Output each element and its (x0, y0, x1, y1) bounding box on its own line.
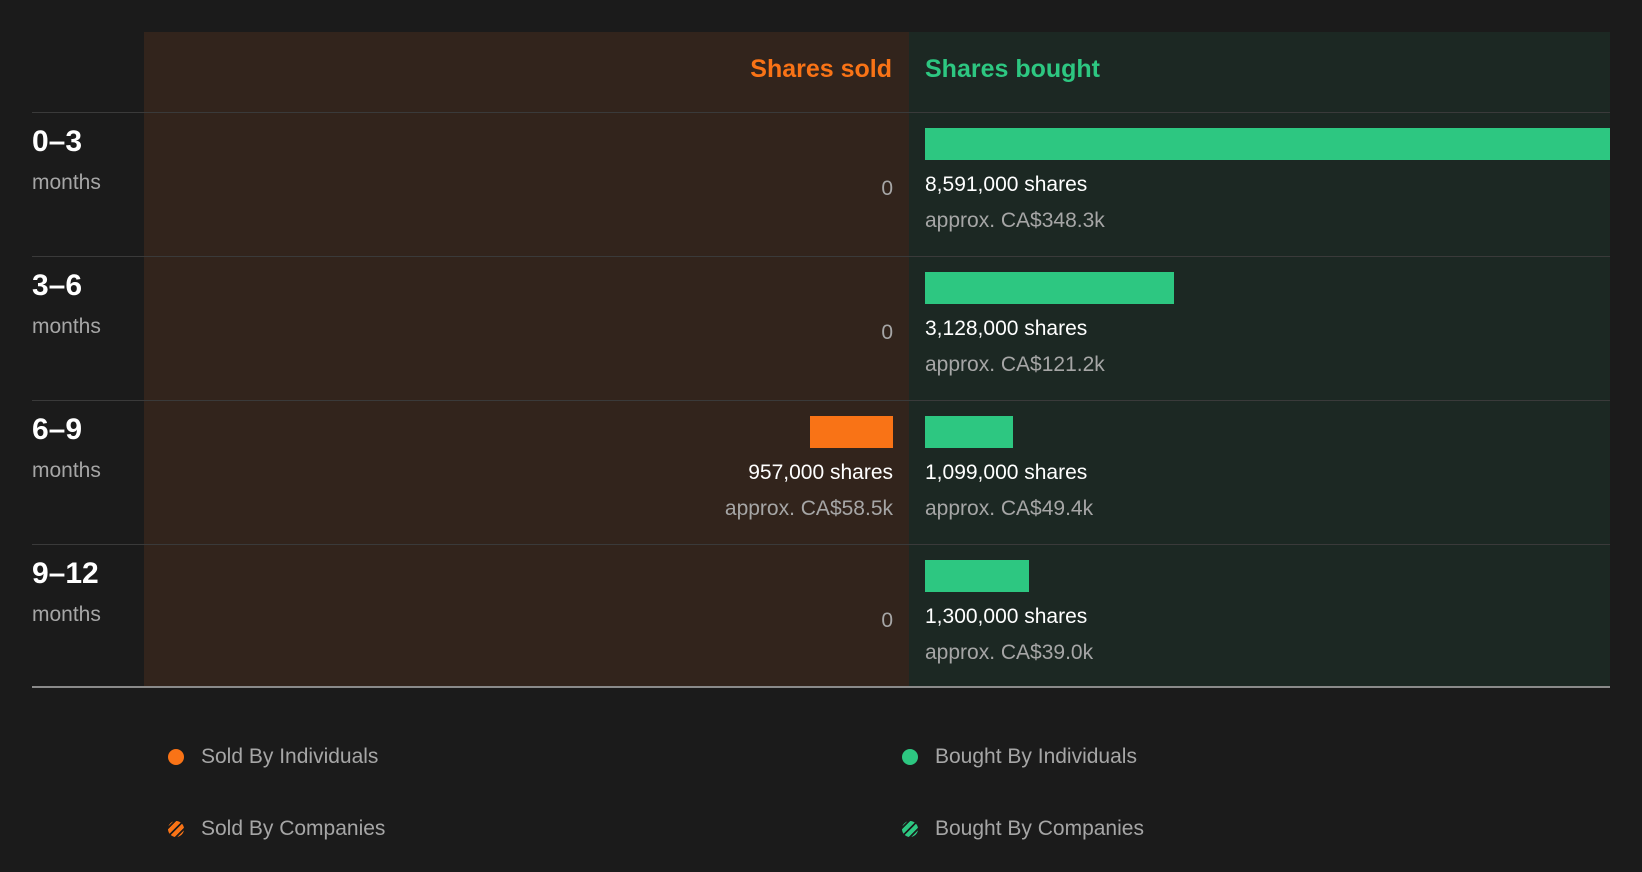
bought-approx-value: approx. CA$39.0k (925, 641, 1094, 664)
period-unit: months (32, 459, 101, 482)
period-unit: months (32, 315, 101, 338)
period-label: 3–6 (32, 269, 83, 302)
row-divider (32, 400, 1610, 401)
bought-approx-value: approx. CA$121.2k (925, 353, 1105, 376)
bought-value-label: 1,300,000 shares (925, 605, 1088, 628)
period-label: 9–12 (32, 557, 99, 590)
shares-bought-header: Shares bought (925, 55, 1101, 83)
sold-bar (810, 416, 893, 448)
row-divider (32, 544, 1610, 545)
bought-approx-value: approx. CA$348.3k (925, 209, 1105, 232)
legend-label: Sold By Individuals (201, 745, 379, 768)
chart-baseline (32, 686, 1610, 688)
legend-label: Bought By Individuals (935, 745, 1137, 768)
bought-value-label: 8,591,000 shares (925, 173, 1088, 196)
sold-value-label: 0 (881, 609, 893, 632)
legend-item: Bought By Companies (902, 816, 1144, 842)
period-label: 0–3 (32, 125, 83, 158)
shares-sold-column (144, 32, 909, 686)
period-unit: months (32, 603, 101, 626)
striped-circle-icon (902, 821, 918, 837)
period-label: 6–9 (32, 413, 83, 446)
legend-label: Bought By Companies (935, 817, 1144, 840)
period-unit: months (32, 171, 101, 194)
bought-bar (925, 272, 1174, 304)
striped-circle-icon (168, 821, 184, 837)
legend-item: Sold By Companies (168, 816, 385, 842)
row-divider (32, 256, 1610, 257)
bought-bar (925, 128, 1610, 160)
bought-approx-value: approx. CA$49.4k (925, 497, 1094, 520)
insider-trading-chart: Shares sold Shares bought 0–3 months 0 8,59… (0, 0, 1642, 872)
sold-value-label: 0 (881, 177, 893, 200)
solid-circle-icon (168, 749, 184, 765)
shares-sold-header: Shares sold (750, 55, 892, 83)
legend-label: Sold By Companies (201, 817, 386, 840)
bought-value-label: 1,099,000 shares (925, 461, 1088, 484)
bought-bar (925, 416, 1013, 448)
header-divider (32, 112, 1610, 113)
sold-value-label: 0 (881, 321, 893, 344)
legend-item: Bought By Individuals (902, 744, 1137, 770)
sold-value-label: 957,000 shares (748, 461, 893, 484)
legend-item: Sold By Individuals (168, 744, 378, 770)
bought-value-label: 3,128,000 shares (925, 317, 1088, 340)
solid-circle-icon (902, 749, 918, 765)
sold-approx-value: approx. CA$58.5k (724, 497, 893, 520)
bought-bar (925, 560, 1029, 592)
